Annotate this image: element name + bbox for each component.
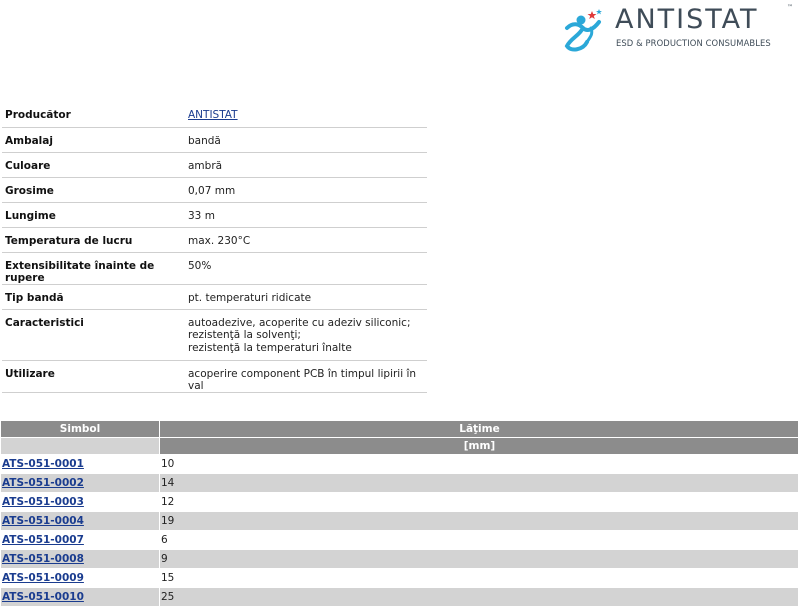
product-symbol-link[interactable]: ATS-051-0008 <box>2 553 84 565</box>
spec-row: Temperatura de lucru max. 230°C <box>2 227 427 253</box>
width-value: 25 <box>160 588 798 606</box>
product-symbol-link[interactable]: ATS-051-0010 <box>2 591 84 603</box>
spec-row: Culoare ambră <box>2 152 427 178</box>
spec-value: pt. temperaturi ridicate <box>184 284 427 310</box>
antistat-logo[interactable]: ANTISTAT ™ ESD & PRODUCTION CONSUMABLES <box>561 4 798 56</box>
spec-value: 33 m <box>184 202 427 228</box>
spec-label: Producător <box>2 102 184 128</box>
spec-value: ambră <box>184 152 427 178</box>
spec-label: Temperatura de lucru <box>2 227 184 253</box>
spec-value: 50% <box>184 252 427 285</box>
product-symbol-link[interactable]: ATS-051-0004 <box>2 515 84 527</box>
table-row: ATS-051-0002 14 <box>1 474 798 492</box>
table-row: ATS-051-0008 9 <box>1 550 798 568</box>
table-row: ATS-051-0007 6 <box>1 531 798 549</box>
width-value: 10 <box>160 455 798 473</box>
logo-tagline: ESD & PRODUCTION CONSUMABLES <box>616 38 771 48</box>
spec-value-line: rezistenţă la temperaturi înalte <box>188 341 352 354</box>
spec-value-line: autoadezive, acoperite cu adeziv silicon… <box>188 316 411 329</box>
product-symbol-link[interactable]: ATS-051-0009 <box>2 572 84 584</box>
logo-wordmark: ANTISTAT <box>615 4 759 35</box>
spec-row: Producător ANTISTAT <box>2 102 427 128</box>
spec-row: Tip bandă pt. temperaturi ridicate <box>2 284 427 310</box>
width-value: 6 <box>160 531 798 549</box>
table-row: ATS-051-0009 15 <box>1 569 798 587</box>
product-symbol-link[interactable]: ATS-051-0003 <box>2 496 84 508</box>
logo-figure-icon <box>564 9 602 52</box>
spec-row: Grosime 0,07 mm <box>2 177 427 203</box>
column-subheader-empty <box>1 438 159 454</box>
width-value: 9 <box>160 550 798 568</box>
manufacturer-link[interactable]: ANTISTAT <box>188 109 238 121</box>
spec-label: Grosime <box>2 177 184 203</box>
trademark-symbol: ™ <box>787 4 793 11</box>
spec-label: Extensibilitate înainte de rupere <box>2 252 184 285</box>
width-value: 19 <box>160 512 798 530</box>
spec-value: bandă <box>184 127 427 153</box>
spec-label: Ambalaj <box>2 127 184 153</box>
spec-value-line: rezistenţă la solvenţi; <box>188 329 301 341</box>
table-row: ATS-051-0004 19 <box>1 512 798 530</box>
column-header-width: Lăţime <box>160 421 798 437</box>
column-subheader-unit: [mm] <box>160 438 798 454</box>
product-specs-table: Producător ANTISTAT Ambalaj bandă Culoar… <box>2 102 427 393</box>
spec-row: Caracteristici autoadezive, acoperite cu… <box>2 309 427 361</box>
spec-label: Utilizare <box>2 360 184 393</box>
table-row: ATS-051-0001 10 <box>1 455 798 473</box>
column-header-symbol: Simbol <box>1 421 159 437</box>
spec-value: 0,07 mm <box>184 177 427 203</box>
spec-label: Lungime <box>2 202 184 228</box>
width-value: 15 <box>160 569 798 587</box>
spec-value: acoperire component PCB în timpul lipiri… <box>184 360 427 393</box>
product-symbol-link[interactable]: ATS-051-0001 <box>2 458 84 470</box>
product-symbol-link[interactable]: ATS-051-0007 <box>2 534 84 546</box>
spec-label: Tip bandă <box>2 284 184 310</box>
table-row: ATS-051-0003 12 <box>1 493 798 511</box>
spec-value: autoadezive, acoperite cu adeziv silicon… <box>184 309 427 361</box>
table-row: ATS-051-0010 25 <box>1 588 798 606</box>
spec-label: Culoare <box>2 152 184 178</box>
spec-label: Caracteristici <box>2 309 184 361</box>
spec-row: Ambalaj bandă <box>2 127 427 153</box>
spec-value: max. 230°C <box>184 227 427 253</box>
product-symbol-link[interactable]: ATS-051-0002 <box>2 477 84 489</box>
spec-row: Utilizare acoperire component PCB în tim… <box>2 360 427 393</box>
product-variants-table: Simbol Lăţime [mm] ATS-051-0001 10 ATS-0… <box>0 420 798 607</box>
width-value: 14 <box>160 474 798 492</box>
spec-row: Lungime 33 m <box>2 202 427 228</box>
spec-row: Extensibilitate înainte de rupere 50% <box>2 252 427 285</box>
width-value: 12 <box>160 493 798 511</box>
